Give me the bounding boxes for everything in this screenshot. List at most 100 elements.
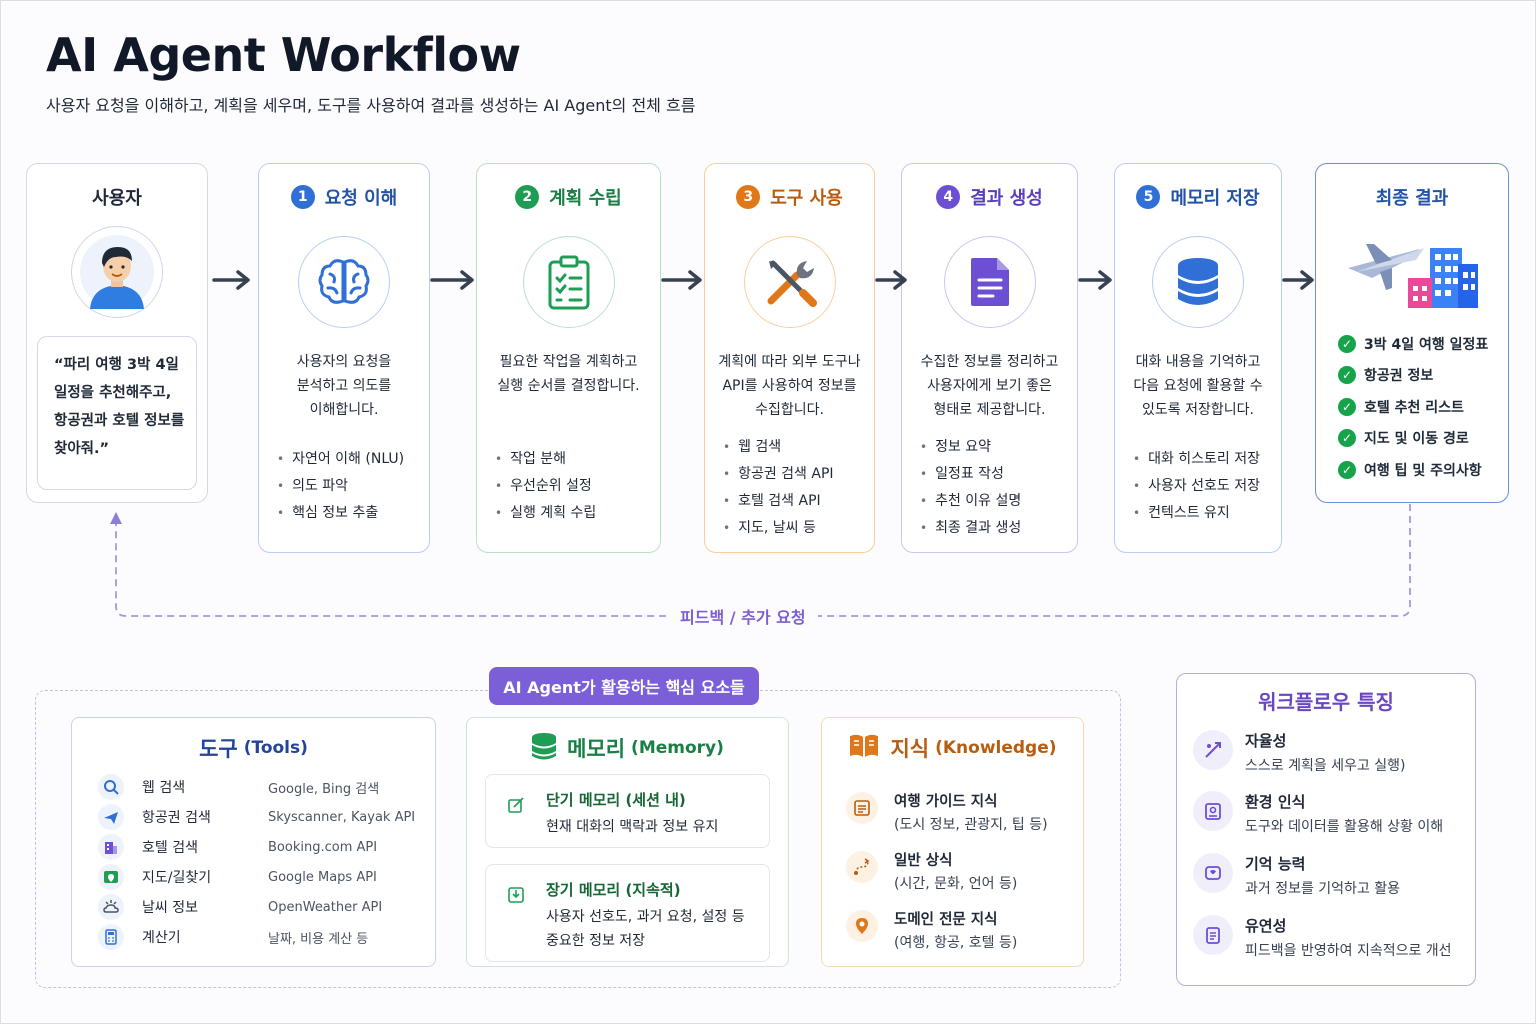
step-number: 5 <box>1136 185 1161 209</box>
user-card-title: 사용자 <box>92 188 142 209</box>
bullet-item: 작업 분해 <box>495 446 652 473</box>
brain-icon <box>298 236 390 328</box>
tool-desc: Skyscanner, Kayak API <box>268 809 416 825</box>
bullet-item: 사용자 선호도 저장 <box>1133 473 1273 500</box>
save-icon <box>504 883 528 907</box>
desc-line: 다음 요청에 활용할 수 <box>1133 378 1263 394</box>
bullet-item: 웹 검색 <box>723 434 866 461</box>
final-result-item: ✓ 3박 4일 여행 일정표 <box>1338 328 1488 360</box>
user-request-quote: “파리 여행 3박 4일 일정을 추천해주고, 항공권과 호텔 정보를 찾아줘.… <box>37 336 197 490</box>
tool-desc: OpenWeather API <box>268 899 383 915</box>
memory-title-en: (Memory) <box>631 738 724 758</box>
feature-title: 기억 능력 <box>1245 855 1306 873</box>
knowledge-row: 도메인 전문 지식 (여행, 항공, 호텔 등) <box>846 908 1073 958</box>
short-term-memory-text: 현재 대화의 맥락과 정보 유지 <box>546 819 719 835</box>
final-result-title: 최종 결과 <box>1375 188 1449 209</box>
step-number: 4 <box>936 185 961 209</box>
core-elements-tag: AI Agent가 활용하는 핵심 요소들 <box>489 667 759 705</box>
flow-arrow-icon <box>661 270 702 290</box>
quote-line: 항공권과 호텔 정보를 <box>54 413 185 429</box>
step-card-memory: 5 메모리 저장 대화 내용을 기억하고 다음 요청에 활용할 수 있도록 저장… <box>1114 163 1282 553</box>
user-avatar-icon <box>71 226 163 318</box>
step-description: 사용자의 요청을 분석하고 의도를 이해합니다. <box>269 350 419 422</box>
tool-name: 항공권 검색 <box>142 810 211 826</box>
tool-row: 계산기 날짜, 비용 계산 등 <box>98 922 425 952</box>
memory-icon <box>1193 853 1233 893</box>
tool-name: 지도/길찾기 <box>142 870 212 886</box>
memory-line: 사용자 선호도, 과거 요청, 설정 등 <box>546 909 745 925</box>
desc-line: API를 사용하여 정보를 <box>722 378 857 394</box>
desc-line: 이해합니다. <box>309 402 379 418</box>
airplane-icon <box>98 804 124 830</box>
bullet-item: 대화 히스토리 저장 <box>1133 446 1273 473</box>
step-number: 2 <box>515 185 540 209</box>
knowledge-row: 일반 상식 (시간, 문화, 언어 등) <box>846 849 1073 899</box>
feature-text: 스스로 계획을 세우고 실행) <box>1245 758 1406 774</box>
bullet-item: 일정표 작성 <box>920 461 1069 488</box>
tool-desc: Booking.com API <box>268 839 378 855</box>
airplane-hotel-icon <box>1346 238 1482 314</box>
tool-row: 지도/길찾기 Google Maps API <box>98 862 425 892</box>
tool-name: 계산기 <box>142 930 181 946</box>
memory-title: 메모리 <box>567 737 626 761</box>
flow-arrow-icon <box>1078 270 1112 290</box>
weather-icon <box>98 894 124 920</box>
desc-line: 사용자의 요청을 <box>296 354 392 370</box>
desc-line: 수집합니다. <box>755 402 824 418</box>
feature-title: 자율성 <box>1245 732 1287 750</box>
feature-row: 자율성 스스로 계획을 세우고 실행) <box>1193 730 1467 780</box>
step-title: 결과 생성 <box>970 188 1043 209</box>
document-icon <box>943 236 1036 328</box>
step-title: 메모리 저장 <box>1170 188 1260 209</box>
step-description: 수집한 정보를 정리하고 사용자에게 보기 좋은 형태로 제공합니다. <box>912 350 1067 422</box>
step-card-understand: 1 요청 이해 사용자의 요청을 분석하고 의도를 이해합니다. 자연어 이해 … <box>258 163 430 553</box>
clipboard-icon <box>522 236 615 328</box>
step-number: 3 <box>736 185 761 209</box>
long-term-memory-box: 장기 메모리 (지속적) 사용자 선호도, 과거 요청, 설정 등 중요한 정보… <box>485 864 770 962</box>
quote-line: “파리 여행 3박 4일 <box>54 357 179 373</box>
desc-line: 사용자에게 보기 좋은 <box>927 378 1052 394</box>
step-title: 계획 수립 <box>549 188 622 209</box>
hotel-icon <box>98 834 124 860</box>
tools-icon <box>743 236 836 328</box>
final-result-card: 최종 결과 ✓ 3박 4일 여행 일정표 ✓ 항공권 정보 ✓ 호텔 추천 리스… <box>1315 163 1509 503</box>
feature-row: 환경 인식 도구와 데이터를 활용해 상황 이해 <box>1193 791 1467 841</box>
step-card-plan: 2 계획 수립 필요한 작업을 계획하고 실행 순서를 결정합니다. 작업 분해… <box>476 163 661 553</box>
long-term-memory-title: 장기 메모리 (지속적) <box>546 881 681 899</box>
desc-line: 분석하고 의도를 <box>296 378 392 394</box>
search-icon <box>98 774 124 800</box>
calculator-icon <box>98 924 124 950</box>
tool-row: 항공권 검색 Skyscanner, Kayak API <box>98 802 425 832</box>
tool-name: 호텔 검색 <box>142 840 198 856</box>
flow-arrow-icon <box>430 270 474 290</box>
tool-row: 웹 검색 Google, Bing 검색 <box>98 772 425 802</box>
long-term-memory-text: 사용자 선호도, 과거 요청, 설정 등 중요한 정보 저장 <box>546 905 745 953</box>
final-item-label: 3박 4일 여행 일정표 <box>1364 336 1489 353</box>
check-icon: ✓ <box>1338 397 1356 416</box>
flexibility-icon <box>1193 915 1233 955</box>
desc-line: 실행 순서를 결정합니다. <box>497 378 640 394</box>
feature-title: 환경 인식 <box>1245 793 1306 811</box>
knowledge-title-en: (Knowledge) <box>935 738 1057 758</box>
feature-text: 과거 정보를 기억하고 활용 <box>1245 881 1401 897</box>
final-result-item: ✓ 여행 팁 및 주의사항 <box>1338 454 1488 486</box>
knowledge-row-text: (시간, 문화, 언어 등) <box>894 876 1018 892</box>
final-item-label: 호텔 추천 리스트 <box>1364 399 1464 416</box>
step-description: 필요한 작업을 계획하고 실행 순서를 결정합니다. <box>487 350 650 398</box>
final-result-item: ✓ 지도 및 이동 경로 <box>1338 423 1488 455</box>
database-icon <box>531 732 557 765</box>
desc-line: 대화 내용을 기억하고 <box>1135 354 1261 370</box>
step-card-generate: 4 결과 생성 수집한 정보를 정리하고 사용자에게 보기 좋은 형태로 제공합… <box>901 163 1078 553</box>
desc-line: 필요한 작업을 계획하고 <box>499 354 638 370</box>
step-description: 대화 내용을 기억하고 다음 요청에 활용할 수 있도록 저장합니다. <box>1125 350 1271 422</box>
final-result-item: ✓ 항공권 정보 <box>1338 360 1488 392</box>
feature-text: 도구와 데이터를 활용해 상황 이해 <box>1245 819 1444 835</box>
memory-line: 중요한 정보 저장 <box>546 933 646 949</box>
step-title: 도구 사용 <box>770 188 843 209</box>
memory-panel: 메모리 (Memory) 단기 메모리 (세션 내) 현재 대화의 맥락과 정보… <box>466 717 789 967</box>
feedback-label: 피드백 / 추가 요청 <box>668 604 818 628</box>
check-icon: ✓ <box>1338 429 1356 448</box>
location-icon <box>846 910 878 942</box>
flow-arrow-icon <box>212 270 250 290</box>
check-icon: ✓ <box>1338 366 1356 385</box>
